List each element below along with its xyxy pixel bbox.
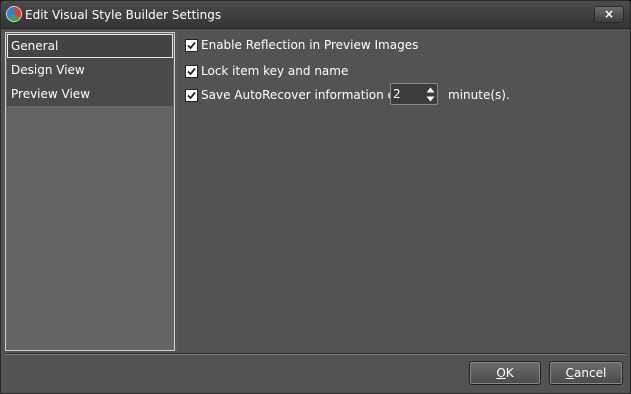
settings-category-list: General Design View Preview View — [5, 32, 175, 351]
sidebar-item-general[interactable]: General — [7, 34, 173, 58]
autorecover-unit-label: minute(s). — [448, 88, 510, 102]
spin-up-button[interactable] — [425, 85, 436, 94]
cancel-mnemonic: C — [565, 366, 575, 380]
sidebar-item-preview-view[interactable]: Preview View — [7, 82, 173, 106]
lock-item-key-option: Lock item key and name — [185, 63, 348, 79]
arrow-up-icon — [426, 87, 435, 92]
cancel-label-rest: ancel — [574, 366, 607, 380]
sidebar-item-design-view[interactable]: Design View — [7, 58, 173, 82]
autorecover-label: Save AutoRecover information every — [201, 88, 422, 102]
app-icon — [7, 7, 21, 21]
title-bar[interactable]: Edit Visual Style Builder Settings × — [1, 1, 630, 29]
lock-item-key-checkbox[interactable] — [185, 64, 198, 78]
spin-down-button[interactable] — [425, 94, 436, 103]
window-title: Edit Visual Style Builder Settings — [25, 8, 222, 22]
close-button[interactable]: × — [594, 6, 624, 23]
footer-divider-highlight — [5, 354, 626, 355]
arrow-down-icon — [426, 96, 435, 101]
content-divider — [177, 32, 178, 351]
ok-mnemonic: O — [496, 366, 506, 380]
cancel-button[interactable]: Cancel — [549, 361, 623, 385]
checkmark-icon — [187, 91, 196, 99]
autorecover-checkbox[interactable] — [185, 88, 198, 102]
settings-dialog: Edit Visual Style Builder Settings × Gen… — [0, 0, 631, 394]
checkmark-icon — [187, 41, 196, 49]
lock-item-key-label: Lock item key and name — [201, 64, 349, 78]
autorecover-minutes-stepper — [390, 83, 438, 105]
autorecover-minutes-input[interactable] — [393, 86, 421, 102]
ok-label-rest: K — [505, 366, 514, 380]
enable-reflection-label: Enable Reflection in Preview Images — [201, 38, 419, 52]
enable-reflection-checkbox[interactable] — [185, 38, 198, 52]
checkmark-icon — [187, 67, 196, 75]
enable-reflection-option: Enable Reflection in Preview Images — [185, 37, 418, 53]
autorecover-option: Save AutoRecover information every — [185, 87, 421, 103]
close-icon: × — [603, 7, 615, 21]
ok-button[interactable]: OK — [469, 361, 541, 385]
